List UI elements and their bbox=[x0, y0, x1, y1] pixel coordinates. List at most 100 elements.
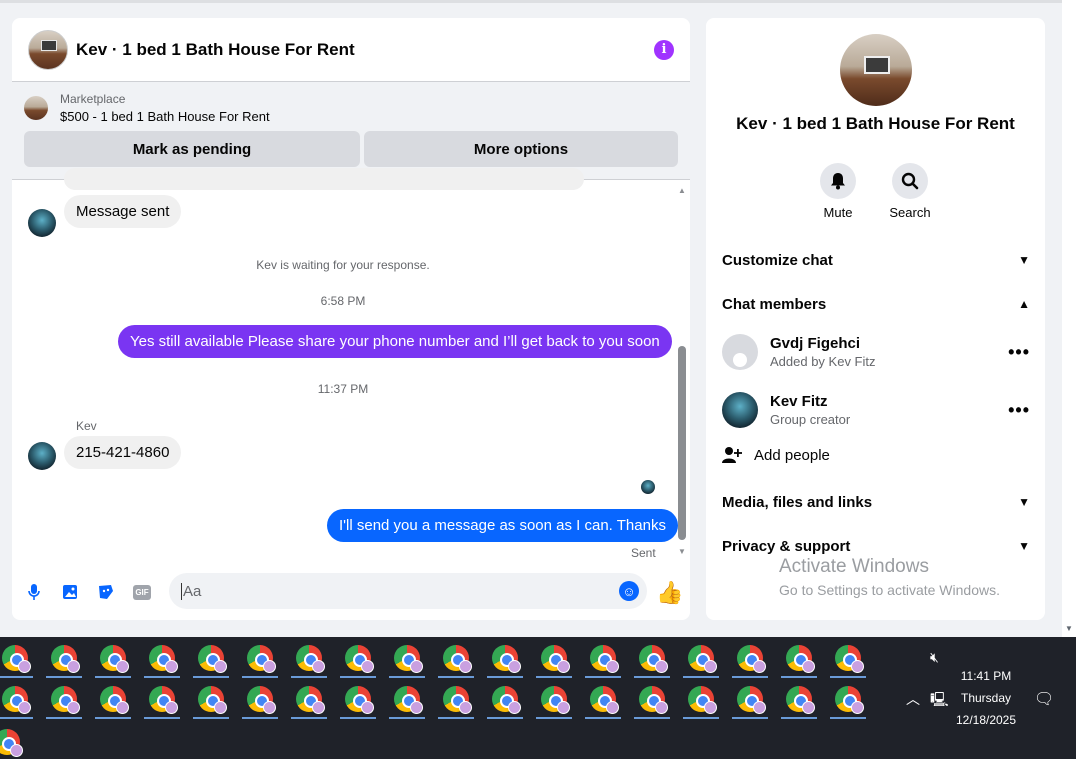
bell-icon[interactable] bbox=[820, 163, 856, 199]
chat-members-section[interactable]: Chat members ▲ bbox=[722, 292, 1030, 316]
privacy-support-section[interactable]: Privacy & support ▼ bbox=[722, 534, 1030, 558]
mark-as-pending-button[interactable]: Mark as pending bbox=[24, 131, 360, 167]
clock-time[interactable]: 11:41 PM bbox=[948, 669, 1024, 683]
chrome-profile-icon[interactable] bbox=[100, 686, 129, 714]
chrome-profile-icon[interactable] bbox=[0, 729, 23, 757]
chrome-profile-icon[interactable] bbox=[149, 645, 178, 673]
message-bubble-outgoing[interactable]: I'll send you a message as soon as I can… bbox=[327, 509, 678, 542]
member-avatar[interactable] bbox=[722, 334, 758, 370]
customize-chat-section[interactable]: Customize chat ▼ bbox=[722, 248, 1030, 272]
conversation-avatar[interactable] bbox=[840, 34, 912, 106]
chat-members-label: Chat members bbox=[722, 295, 827, 313]
member-name[interactable]: Kev Fitz bbox=[770, 393, 1008, 410]
sticker-icon[interactable] bbox=[96, 582, 116, 602]
more-options-button[interactable]: More options bbox=[364, 131, 678, 167]
scroll-up-arrow-icon[interactable]: ▲ bbox=[678, 186, 686, 195]
clock-day[interactable]: Thursday bbox=[948, 691, 1024, 705]
listing-thumbnail[interactable] bbox=[24, 96, 48, 120]
chevron-down-icon[interactable]: ▼ bbox=[1018, 495, 1030, 509]
chrome-profile-icon[interactable] bbox=[590, 686, 619, 714]
listing-title[interactable]: $500 - 1 bed 1 Bath House For Rent bbox=[60, 109, 270, 124]
page-scrollbar[interactable]: ▼ bbox=[1062, 0, 1076, 637]
chrome-profile-icon[interactable] bbox=[296, 686, 325, 714]
chrome-profile-icon[interactable] bbox=[394, 686, 423, 714]
chrome-profile-icon[interactable] bbox=[247, 645, 276, 673]
chrome-profile-icon[interactable] bbox=[198, 645, 227, 673]
thumbs-up-icon[interactable]: 👍 bbox=[656, 580, 683, 606]
member-name[interactable]: Gvdj Figehci bbox=[770, 335, 1008, 352]
scrollbar-thumb[interactable] bbox=[678, 346, 686, 540]
notification-icon[interactable]: 🗨︎ bbox=[1034, 689, 1054, 709]
kev-avatar[interactable] bbox=[28, 209, 56, 237]
chrome-profile-icon[interactable] bbox=[737, 645, 766, 673]
chrome-profile-icon[interactable] bbox=[688, 645, 717, 673]
chat-avatar[interactable] bbox=[28, 29, 68, 70]
member-avatar[interactable] bbox=[722, 392, 758, 428]
search-icon[interactable] bbox=[892, 163, 928, 199]
message-scrollbar[interactable]: ▲ ▼ bbox=[678, 186, 686, 556]
scroll-down-arrow-icon[interactable]: ▼ bbox=[1065, 624, 1073, 633]
chevron-down-icon[interactable]: ▼ bbox=[1018, 539, 1030, 553]
chrome-profile-icon[interactable] bbox=[639, 686, 668, 714]
chrome-profile-icon[interactable] bbox=[296, 645, 325, 673]
network-icon[interactable]: 🖳︎ bbox=[930, 689, 949, 713]
chrome-profile-icon[interactable] bbox=[541, 686, 570, 714]
message-input[interactable]: Aa ☺ bbox=[169, 573, 647, 609]
chrome-profile-icon[interactable] bbox=[51, 645, 80, 673]
chrome-profile-icon[interactable] bbox=[541, 645, 570, 673]
chrome-profile-icon[interactable] bbox=[247, 686, 276, 714]
add-person-icon bbox=[722, 447, 742, 463]
info-icon[interactable]: i bbox=[654, 39, 674, 60]
scroll-down-arrow-icon[interactable]: ▼ bbox=[678, 547, 686, 556]
chrome-profile-icon[interactable] bbox=[590, 645, 619, 673]
chrome-profile-icon[interactable] bbox=[639, 645, 668, 673]
chrome-profile-icon[interactable] bbox=[100, 645, 129, 673]
more-icon[interactable]: ••• bbox=[1008, 400, 1030, 421]
page-top-border bbox=[0, 0, 1062, 3]
gif-icon[interactable]: GIF bbox=[132, 582, 152, 602]
chrome-profile-icon[interactable] bbox=[492, 645, 521, 673]
taskbar-active-indicator bbox=[830, 676, 866, 678]
chrome-profile-icon[interactable] bbox=[786, 645, 815, 673]
add-people-button[interactable]: Add people bbox=[722, 446, 830, 464]
chrome-profile-icon[interactable] bbox=[345, 686, 374, 714]
taskbar-active-indicator bbox=[242, 717, 278, 719]
chat-header: Kev · 1 bed 1 Bath House For Rent i bbox=[12, 18, 690, 82]
search-action[interactable]: Search bbox=[875, 163, 945, 220]
clock-date[interactable]: 12/18/2025 bbox=[948, 713, 1024, 727]
message-bubble-incoming[interactable]: 215-421-4860 bbox=[64, 436, 182, 469]
chevron-up-icon[interactable]: ▲ bbox=[1018, 297, 1030, 311]
kev-avatar[interactable] bbox=[28, 442, 56, 470]
chrome-profile-icon[interactable] bbox=[2, 686, 31, 714]
chrome-profile-icon[interactable] bbox=[737, 686, 766, 714]
chat-title[interactable]: Kev · 1 bed 1 Bath House For Rent bbox=[76, 40, 654, 60]
chrome-profile-icon[interactable] bbox=[786, 686, 815, 714]
chevron-down-icon[interactable]: ▼ bbox=[1018, 253, 1030, 267]
chrome-profile-icon[interactable] bbox=[443, 645, 472, 673]
chrome-profile-icon[interactable] bbox=[835, 686, 864, 714]
more-icon[interactable]: ••• bbox=[1008, 342, 1030, 363]
message-bubble-incoming[interactable]: Message sent bbox=[64, 195, 182, 228]
member-row[interactable]: Gvdj Figehci Added by Kev Fitz ••• bbox=[722, 332, 1030, 372]
taskbar-active-indicator bbox=[683, 717, 719, 719]
member-row[interactable]: Kev Fitz Group creator ••• bbox=[722, 390, 1030, 430]
media-files-section[interactable]: Media, files and links ▼ bbox=[722, 490, 1030, 514]
chrome-profile-icon[interactable] bbox=[2, 645, 31, 673]
chrome-profile-icon[interactable] bbox=[835, 645, 864, 673]
speaker-muted-icon[interactable]: 🔇︎ bbox=[930, 649, 939, 666]
chrome-profile-icon[interactable] bbox=[688, 686, 717, 714]
add-people-label: Add people bbox=[754, 446, 830, 464]
chrome-profile-icon[interactable] bbox=[51, 686, 80, 714]
chrome-profile-icon[interactable] bbox=[443, 686, 472, 714]
emoji-icon[interactable]: ☺ bbox=[619, 581, 639, 601]
chrome-profile-icon[interactable] bbox=[394, 645, 423, 673]
chrome-profile-icon[interactable] bbox=[492, 686, 521, 714]
chrome-profile-icon[interactable] bbox=[345, 645, 374, 673]
photo-icon[interactable] bbox=[60, 582, 80, 602]
chevron-up-icon[interactable]: ︿ bbox=[906, 689, 920, 709]
mute-action[interactable]: Mute bbox=[803, 163, 873, 220]
chrome-profile-icon[interactable] bbox=[149, 686, 178, 714]
microphone-icon[interactable] bbox=[24, 582, 44, 602]
message-bubble-outgoing[interactable]: Yes still available Please share your ph… bbox=[118, 325, 672, 358]
chrome-profile-icon[interactable] bbox=[198, 686, 227, 714]
